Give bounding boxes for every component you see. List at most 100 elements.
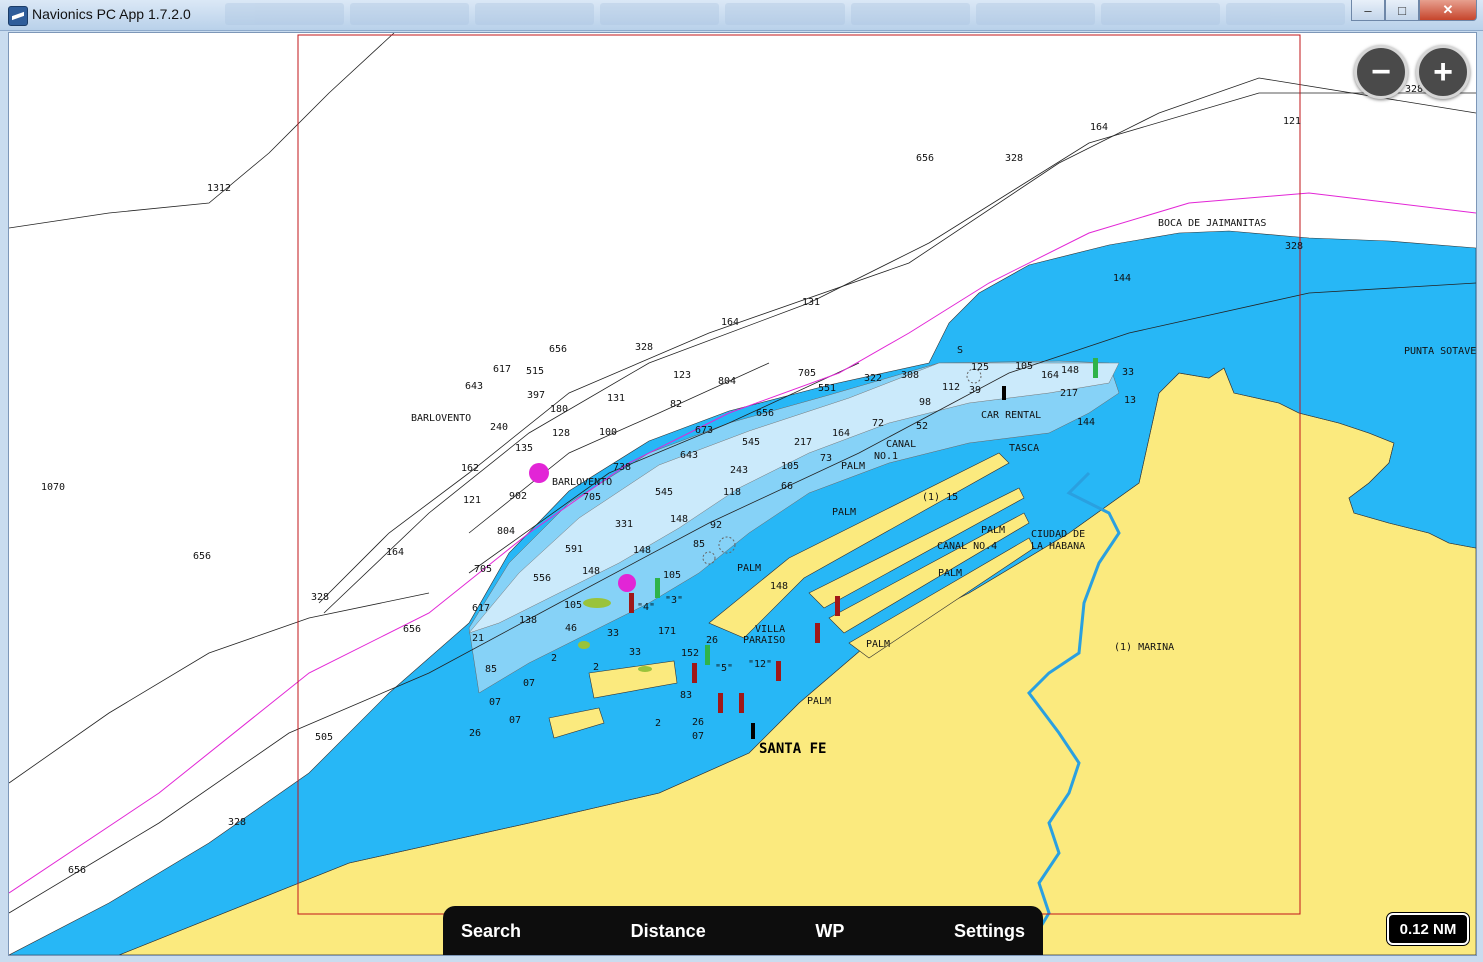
sounding: 240: [490, 422, 508, 433]
sounding: 144: [1077, 417, 1095, 428]
sounding: 83: [680, 690, 692, 701]
minimize-button[interactable]: –: [1351, 0, 1385, 21]
sounding: 328: [1285, 241, 1303, 252]
sounding: 98: [919, 397, 931, 408]
sounding: 656: [756, 408, 774, 419]
minus-icon: −: [1371, 53, 1391, 91]
place-villa-1: VILLA: [755, 624, 785, 635]
sounding: 105: [564, 600, 582, 611]
sounding: 705: [474, 564, 492, 575]
sounding: 328: [635, 342, 653, 353]
sounding: 138: [519, 615, 537, 626]
zoom-in-button[interactable]: +: [1416, 45, 1470, 99]
label-1-15: (1) 15: [922, 492, 958, 503]
sounding: 66: [781, 481, 793, 492]
palm-label: PALM: [807, 696, 831, 707]
sounding: 105: [781, 461, 799, 472]
wp-button[interactable]: WP: [815, 921, 844, 942]
sounding: 21: [472, 633, 484, 644]
sounding: 2: [593, 662, 599, 673]
sounding: 26: [692, 717, 704, 728]
place-barlovento-2: BARLOVENTO: [552, 477, 612, 488]
sounding: 556: [533, 573, 551, 584]
place-tasca: TASCA: [1009, 443, 1039, 454]
sounding: 105: [1015, 361, 1033, 372]
sounding: 331: [615, 519, 633, 530]
sounding: 656: [916, 153, 934, 164]
sounding: 148: [770, 581, 788, 592]
window-controls: – □ ✕: [1351, 0, 1477, 21]
palm-label: PALM: [938, 568, 962, 579]
place-canal-no1-b: NO.1: [874, 451, 898, 462]
settings-button[interactable]: Settings: [954, 921, 1025, 942]
sounding: 804: [497, 526, 515, 537]
sounding: 1312: [207, 183, 231, 194]
sounding: 217: [1060, 388, 1078, 399]
sounding: 643: [680, 450, 698, 461]
sounding: 112: [942, 382, 960, 393]
sounding: 33: [607, 628, 619, 639]
sounding: 07: [523, 678, 535, 689]
sounding: 397: [527, 390, 545, 401]
sounding: 07: [692, 731, 704, 742]
sounding: 643: [465, 381, 483, 392]
sounding: 164: [386, 547, 404, 558]
sounding: 656: [403, 624, 421, 635]
sounding: 100: [599, 427, 617, 438]
sounding: 46: [565, 623, 577, 634]
sounding: 515: [526, 366, 544, 377]
sounding: 738: [613, 462, 631, 473]
close-button[interactable]: ✕: [1419, 0, 1477, 21]
place-marina: (1) MARINA: [1114, 642, 1174, 653]
sounding: 164: [1041, 370, 1059, 381]
sounding: 2: [551, 653, 557, 664]
zoom-out-button[interactable]: −: [1354, 45, 1408, 99]
sounding: 33: [629, 647, 641, 658]
sounding: 162: [461, 463, 479, 474]
sounding: 26: [469, 728, 481, 739]
sounding: 551: [818, 383, 836, 394]
sounding: 121: [463, 495, 481, 506]
sounding: 39: [969, 385, 981, 396]
sounding: 328: [228, 817, 246, 828]
background-taskbar-tabs: [225, 3, 1345, 25]
sounding: 164: [721, 317, 739, 328]
place-car-rental: CAR RENTAL: [981, 410, 1041, 421]
distance-button[interactable]: Distance: [631, 921, 706, 942]
sounding: 171: [658, 626, 676, 637]
navionics-app-icon: [8, 6, 28, 26]
sounding: 617: [493, 364, 511, 375]
sounding: 164: [1090, 122, 1108, 133]
sounding: 82: [670, 399, 682, 410]
sounding: 26: [706, 635, 718, 646]
sounding: 131: [607, 393, 625, 404]
place-ciudad-1: CIUDAD DE: [1031, 529, 1085, 540]
sounding: 505: [315, 732, 333, 743]
sounding: 148: [633, 545, 651, 556]
palm-label: PALM: [737, 563, 761, 574]
place-villa-2: PARAISO: [743, 635, 785, 646]
sounding: 308: [901, 370, 919, 381]
scale-indicator: 0.12 NM: [1387, 913, 1469, 945]
sounding: 73: [820, 453, 832, 464]
palm-label: PALM: [832, 507, 856, 518]
place-barlovento-1: BARLOVENTO: [411, 413, 471, 424]
sounding: 617: [472, 603, 490, 614]
sounding: 105: [663, 570, 681, 581]
sounding: 328: [1005, 153, 1023, 164]
nautical-chart-map[interactable]: BARLOVENTO BARLOVENTO BOCA DE JAIMANITAS…: [8, 32, 1477, 956]
sounding: 13: [1124, 395, 1136, 406]
sounding: 656: [193, 551, 211, 562]
sounding: 148: [1061, 365, 1079, 376]
window-title: Navionics PC App 1.7.2.0: [32, 6, 191, 22]
sounding: 148: [582, 566, 600, 577]
sounding: 07: [509, 715, 521, 726]
search-button[interactable]: Search: [461, 921, 521, 942]
sounding: 123: [673, 370, 691, 381]
window-titlebar: Navionics PC App 1.7.2.0 – □ ✕: [0, 0, 1483, 31]
sounding: 72: [872, 418, 884, 429]
sounding: 33: [1122, 367, 1134, 378]
maximize-button[interactable]: □: [1385, 0, 1419, 21]
nautical-chart-svg[interactable]: BARLOVENTO BARLOVENTO BOCA DE JAIMANITAS…: [9, 33, 1476, 955]
bottom-toolbar: Search Distance WP Settings: [443, 906, 1043, 955]
